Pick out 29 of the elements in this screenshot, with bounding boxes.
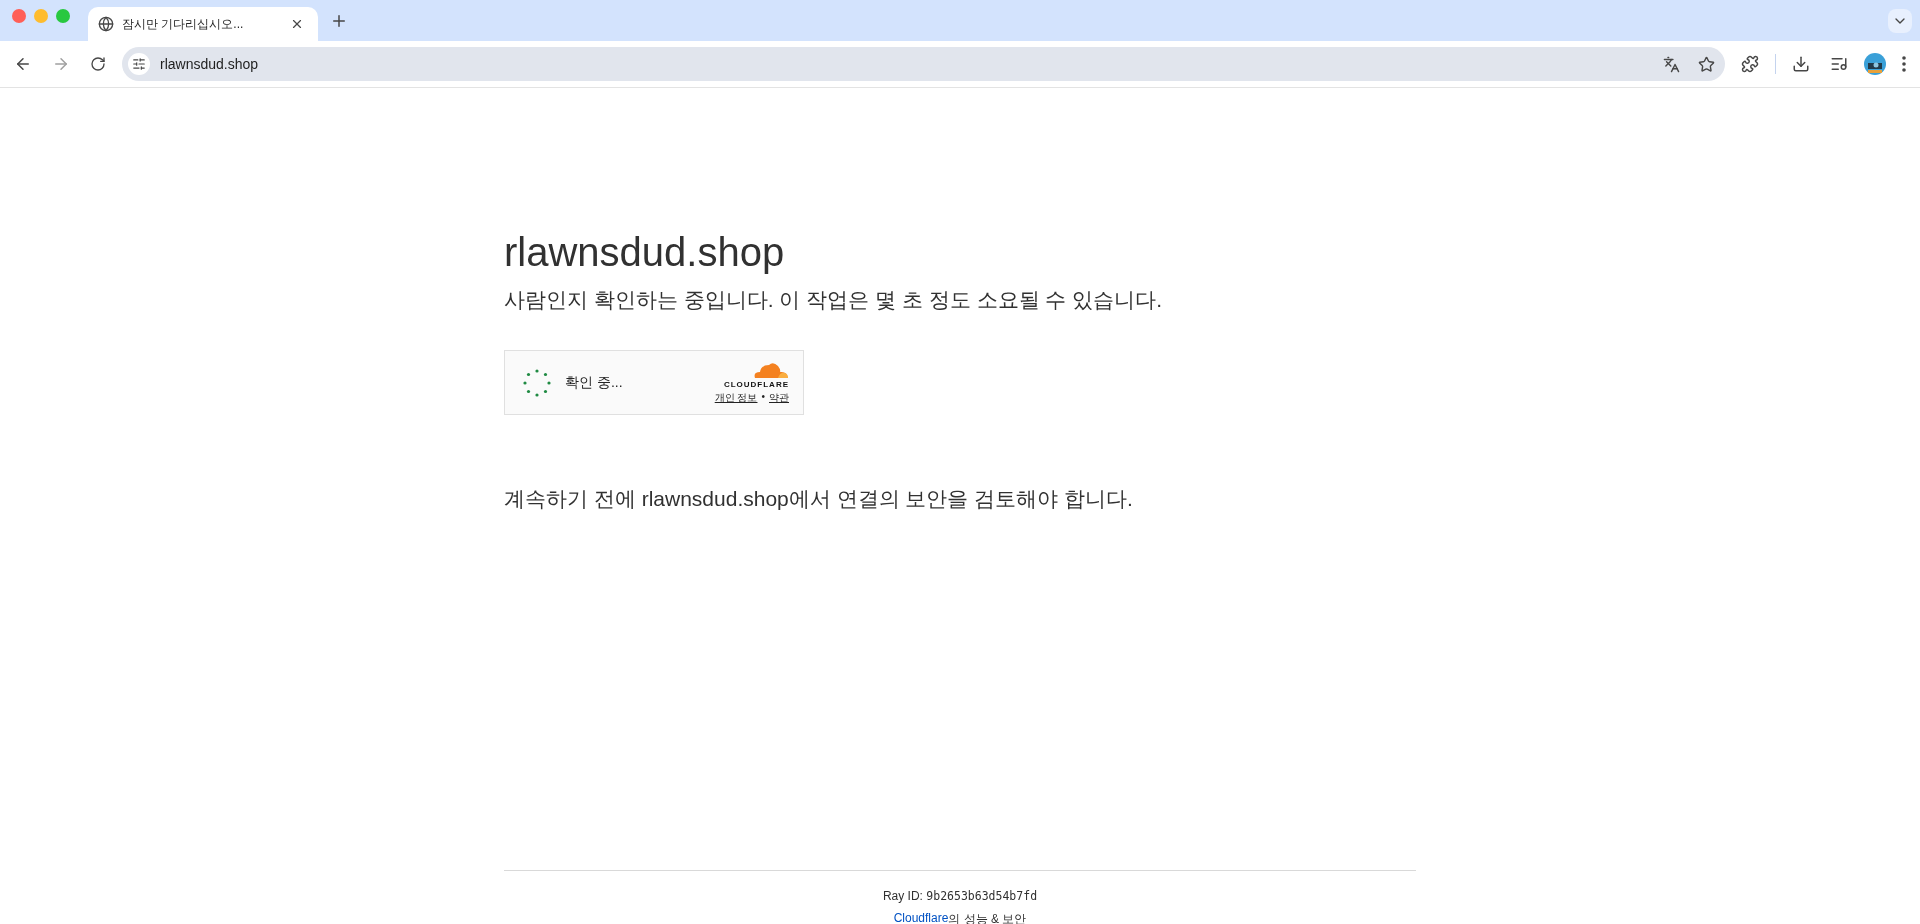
star-icon [1698,55,1715,73]
music-list-icon [1830,55,1848,73]
site-settings-button[interactable] [128,53,150,75]
close-icon [290,17,304,31]
privacy-link[interactable]: 개인 정보 [714,390,758,405]
ray-id-text: Ray ID: 9b2653b63d54b7fd [882,889,1038,903]
download-icon [1792,55,1810,73]
terms-link[interactable]: 약관 [769,390,789,405]
status-text: 확인 중... [565,373,624,392]
page-subtitle: 사람인지 확인하는 중입니다. 이 작업은 몇 초 정도 소요될 수 있습니다. [504,287,1163,313]
sliders-icon [132,57,146,71]
address-bar[interactable]: rlawnsdud.shop [122,47,1725,81]
browser-tab[interactable]: 잠시만 기다리십시오... [88,7,318,41]
url-text: rlawnsdud.shop [160,56,260,72]
menu-icon [1902,56,1906,72]
forward-arrow-icon [52,55,70,73]
avatar-icon[interactable] [1864,53,1886,75]
globe-icon [98,16,114,32]
verification-widget[interactable]: 확인 중... CLOUDFLARE 개인 정보 • 약관 [504,350,804,415]
translate-icon [1663,55,1680,73]
brand-name: CLOUDFLARE [723,379,789,389]
security-notice: 계속하기 전에 rlawnsdud.shop에서 연결의 보안을 검토해야 합니다. [504,486,1134,512]
cloudflare-link[interactable]: Cloudflare [893,911,949,924]
separator-dot: • [761,390,765,404]
page-title: rlawnsdud.shop [504,229,786,276]
performance-text: 의 성능 & 보안 [948,911,1027,924]
reload-icon [90,56,106,72]
tab-title: 잠시만 기다리십시오... [122,15,245,33]
puzzle-icon [1741,55,1759,73]
